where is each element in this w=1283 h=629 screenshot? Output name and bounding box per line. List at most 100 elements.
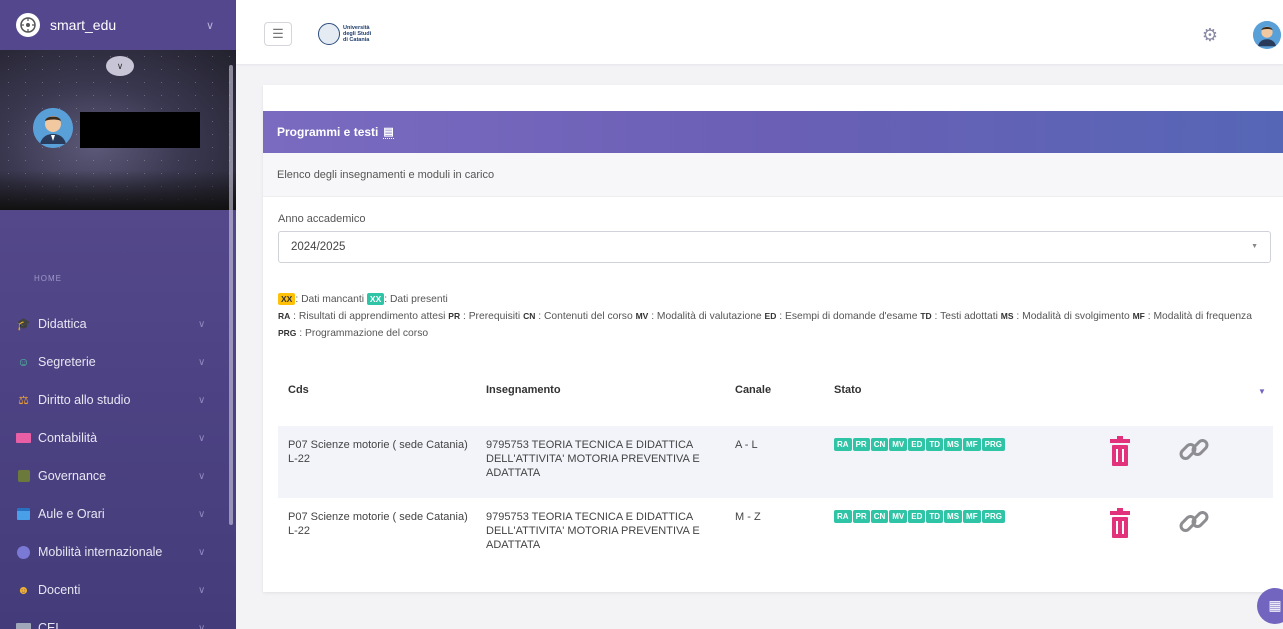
sidebar-item-segreterie[interactable]: ☺ Segreterie ∨ xyxy=(0,343,236,381)
teacher-icon: ☻ xyxy=(17,583,30,597)
chevron-down-icon: ∨ xyxy=(198,622,206,629)
status-badge: PR xyxy=(852,438,870,451)
status-badge: MV xyxy=(889,510,908,523)
sidebar-item-contabilita[interactable]: Contabilità ∨ xyxy=(0,419,236,457)
building-icon: ▤ xyxy=(383,126,394,139)
academic-year-value: 2024/2025 xyxy=(291,241,346,253)
panel-header: Programmi e testi ▤ xyxy=(263,111,1283,153)
link-icon[interactable] xyxy=(1178,436,1210,464)
sidebar-item-label: Contabilità xyxy=(38,431,98,445)
academic-year-select[interactable]: 2024/2025 ▼ xyxy=(278,231,1271,263)
legend-code: ED xyxy=(764,311,777,321)
gear-icon[interactable]: ⚙ xyxy=(1200,25,1220,45)
legend-code: MS xyxy=(1000,311,1014,321)
university-logo[interactable]: Università degli Studi di Catania xyxy=(318,23,371,45)
sidebar-item-label: Docenti xyxy=(38,583,81,597)
status-badges: RA PR CN MV ED TD MS MF PRG xyxy=(834,438,1005,451)
status-badge: PRG xyxy=(981,510,1005,523)
status-badge: ED xyxy=(908,510,926,523)
brand-logo-icon xyxy=(16,13,40,37)
redacted-username xyxy=(80,112,200,148)
globe-icon xyxy=(16,545,31,559)
status-badge: RA xyxy=(834,510,852,523)
status-badge: CN xyxy=(870,510,889,523)
calendar-icon xyxy=(16,508,31,521)
legend-text: : Programmazione del corso xyxy=(299,328,429,339)
sidebar-item-docenti[interactable]: ☻ Docenti ∨ xyxy=(0,571,236,609)
legend-code: MF xyxy=(1132,311,1145,321)
banner-shadow xyxy=(0,170,236,210)
missing-data-badge: XX xyxy=(278,293,296,305)
cell-canale: A - L xyxy=(735,439,758,451)
trash-icon[interactable] xyxy=(1110,508,1130,538)
cell-cds: P07 Scienze motorie ( sede Catania) L-22 xyxy=(288,511,468,537)
chevron-down-icon: ∨ xyxy=(198,508,206,520)
sidebar-item-label: CEL xyxy=(38,621,63,629)
sidebar-item-governance[interactable]: Governance ∨ xyxy=(0,457,236,495)
trash-icon[interactable] xyxy=(1110,436,1130,466)
university-logo-text: Università degli Studi di Catania xyxy=(343,25,372,43)
university-seal-icon xyxy=(318,23,340,45)
link-icon[interactable] xyxy=(1178,508,1210,536)
status-badge: PR xyxy=(852,510,870,523)
column-header-insegnamento[interactable]: Insegnamento xyxy=(486,384,561,396)
cell-insegnamento: 9795753 TEORIA TECNICA E DIDATTICA DELL'… xyxy=(486,511,700,551)
sidebar-item-label: Didattica xyxy=(38,317,87,331)
status-badge: TD xyxy=(926,510,944,523)
column-header-stato[interactable]: Stato xyxy=(834,384,862,396)
avatar[interactable] xyxy=(33,108,73,148)
user-avatar[interactable] xyxy=(1253,21,1281,49)
legend-code: MV xyxy=(635,311,649,321)
academic-year-label: Anno accademico xyxy=(278,213,366,225)
sidebar-item-label: Mobilità internazionale xyxy=(38,545,163,559)
column-header-cds[interactable]: Cds xyxy=(288,384,309,396)
sidebar-item-aule-e-orari[interactable]: Aule e Orari ∨ xyxy=(0,495,236,533)
legend-text: : Prerequisiti xyxy=(462,311,521,322)
chevron-down-icon: ∨ xyxy=(198,356,206,368)
hamburger-icon: ☰ xyxy=(272,26,284,41)
legend-text: : Modalità di frequenza xyxy=(1147,311,1252,322)
sidebar-item-didattica[interactable]: 🎓 Didattica ∨ xyxy=(0,305,236,343)
caret-down-icon: ▼ xyxy=(1251,243,1258,250)
chevron-down-icon: ∨ xyxy=(198,546,206,558)
menu-toggle-button[interactable]: ☰ xyxy=(264,22,292,46)
cel-icon xyxy=(16,622,31,629)
status-badge: CN xyxy=(870,438,889,451)
legend-text: : Contenuti del corso xyxy=(538,311,633,322)
menu-section-label: HOME xyxy=(34,274,62,283)
sort-caret-icon[interactable]: ▼ xyxy=(1258,387,1266,396)
legend-code: TD xyxy=(920,311,932,321)
status-badge: RA xyxy=(834,438,852,451)
apps-grid-button[interactable]: ▦ xyxy=(1257,588,1283,624)
chevron-down-icon: ∨ xyxy=(198,584,206,596)
panel-description: Elenco degli insegnamenti e moduli in ca… xyxy=(263,153,1283,197)
panel-title: Programmi e testi xyxy=(277,125,379,139)
legend-text: : Esempi di domande d'esame xyxy=(779,311,918,322)
legend-text: : Modalità di svolgimento xyxy=(1016,311,1130,322)
brand-bar[interactable]: smart_edu ∨ xyxy=(0,0,236,50)
status-badges: RA PR CN MV ED TD MS MF PRG xyxy=(834,510,1005,523)
status-badge: MS xyxy=(944,438,963,451)
users-icon: ☺ xyxy=(17,355,30,369)
sidebar-item-mobilita-internazionale[interactable]: Mobilità internazionale ∨ xyxy=(0,533,236,571)
status-badge: MV xyxy=(889,438,908,451)
cell-cds: P07 Scienze motorie ( sede Catania) L-22 xyxy=(288,439,468,465)
cell-canale: M - Z xyxy=(735,511,761,523)
graduation-cap-icon: 🎓 xyxy=(16,317,31,331)
status-legend: XX: Dati mancanti XX: Dati presenti RA :… xyxy=(278,292,1273,342)
chevron-down-icon: ∨ xyxy=(198,470,206,482)
column-header-canale[interactable]: Canale xyxy=(735,384,771,396)
sidebar-item-label: Governance xyxy=(38,469,107,483)
sidebar-item-diritto-allo-studio[interactable]: ⚖ Diritto allo studio ∨ xyxy=(0,381,236,419)
sidebar-item-cel[interactable]: CEL ∨ xyxy=(0,609,236,629)
table-row: P07 Scienze motorie ( sede Catania) L-22… xyxy=(278,498,1273,570)
collapse-toggle-icon[interactable]: ∨ xyxy=(106,56,134,76)
chevron-down-icon: ∨ xyxy=(198,394,206,406)
sidebar: smart_edu ∨ ∨ HOME 🎓 Didattica ∨ ☺ Segre… xyxy=(0,0,236,629)
legend-text: : Dati presenti xyxy=(384,294,448,305)
status-badge: MF xyxy=(963,510,981,523)
legend-text: : Risultati di apprendimento attesi xyxy=(293,311,446,322)
legend-text: : Testi adottati xyxy=(934,311,998,322)
chevron-down-icon[interactable]: ∨ xyxy=(206,19,214,32)
cell-insegnamento: 9795753 TEORIA TECNICA E DIDATTICA DELL'… xyxy=(486,439,700,479)
